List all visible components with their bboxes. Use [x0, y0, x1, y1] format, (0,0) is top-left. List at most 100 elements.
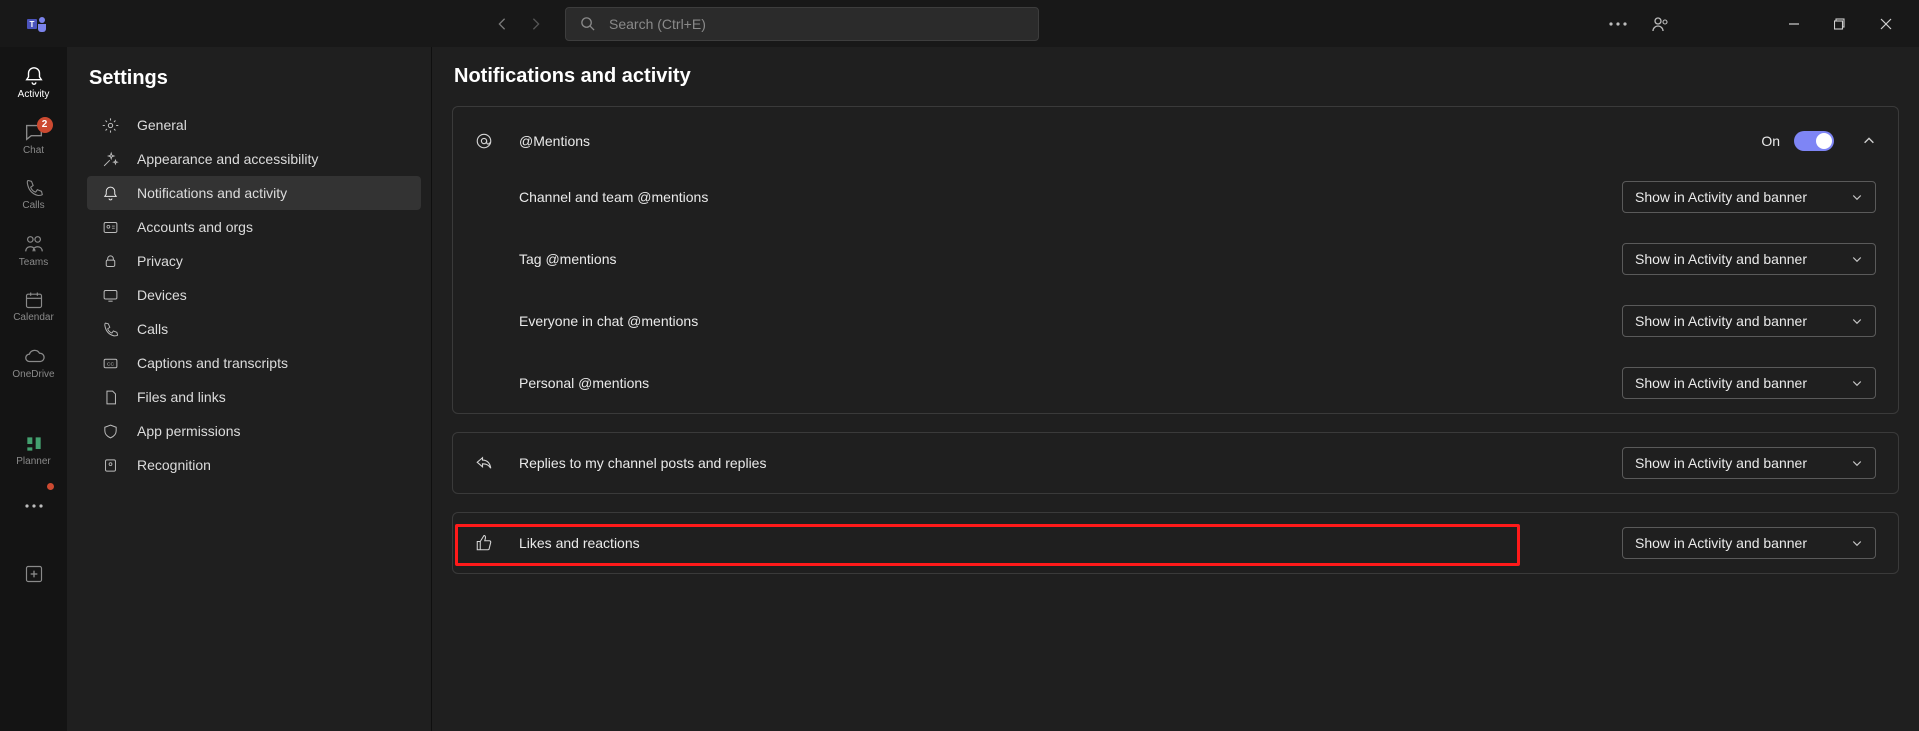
toggle-state-text: On: [1761, 133, 1780, 149]
settings-item-label: General: [137, 117, 187, 133]
lock-icon: [101, 253, 119, 270]
app-rail: Activity 2 Chat Calls Teams Calendar: [0, 47, 67, 731]
maximize-button[interactable]: [1817, 4, 1863, 44]
rail-planner[interactable]: Planner: [2, 423, 66, 477]
chevron-down-icon: [1851, 191, 1863, 203]
select-value: Show in Activity and banner: [1635, 251, 1807, 267]
mentions-label: @Mentions: [519, 133, 590, 149]
select-personal-mentions[interactable]: Show in Activity and banner: [1622, 367, 1876, 399]
chevron-down-icon: [1851, 377, 1863, 389]
rail-chat[interactable]: 2 Chat: [2, 111, 66, 165]
chevron-down-icon: [1851, 315, 1863, 327]
people-icon[interactable]: [1639, 4, 1681, 44]
mentions-toggle[interactable]: [1794, 131, 1834, 151]
monitor-icon: [101, 287, 119, 304]
row-personal-mentions: Personal @mentions Show in Activity and …: [519, 367, 1876, 399]
rail-calendar[interactable]: Calendar: [2, 279, 66, 333]
select-tag-mentions[interactable]: Show in Activity and banner: [1622, 243, 1876, 275]
phone-icon: [24, 178, 44, 198]
row-channel-team-mentions: Channel and team @mentions Show in Activ…: [519, 181, 1876, 213]
settings-item-label: Recognition: [137, 457, 211, 473]
select-replies[interactable]: Show in Activity and banner: [1622, 447, 1876, 479]
sparkle-icon: [101, 151, 119, 168]
row-everyone-mentions: Everyone in chat @mentions Show in Activ…: [519, 305, 1876, 337]
svg-text:T: T: [30, 20, 35, 29]
settings-item-devices[interactable]: Devices: [87, 278, 421, 312]
content-area: Notifications and activity @Mentions On: [432, 47, 1919, 731]
rail-activity[interactable]: Activity: [2, 55, 66, 109]
settings-item-accounts[interactable]: Accounts and orgs: [87, 210, 421, 244]
search-box[interactable]: [565, 7, 1039, 41]
row-label: Channel and team @mentions: [519, 189, 708, 205]
replies-card: Replies to my channel posts and replies …: [452, 432, 1899, 494]
at-icon: [475, 132, 519, 150]
select-channel-team-mentions[interactable]: Show in Activity and banner: [1622, 181, 1876, 213]
gear-icon: [101, 117, 119, 134]
bell-icon: [23, 65, 45, 87]
settings-item-calls[interactable]: Calls: [87, 312, 421, 346]
minimize-button[interactable]: [1771, 4, 1817, 44]
settings-item-captions[interactable]: CC Captions and transcripts: [87, 346, 421, 380]
settings-item-files[interactable]: Files and links: [87, 380, 421, 414]
settings-panel: Settings General Appearance and accessib…: [67, 47, 432, 731]
close-button[interactable]: [1863, 4, 1909, 44]
phone-icon: [101, 321, 119, 338]
file-icon: [101, 389, 119, 406]
badge-icon: [101, 457, 119, 474]
rail-activity-label: Activity: [18, 89, 50, 100]
settings-item-label: Captions and transcripts: [137, 355, 288, 371]
rail-onedrive[interactable]: OneDrive: [2, 335, 66, 389]
select-likes[interactable]: Show in Activity and banner: [1622, 527, 1876, 559]
rail-teams-label: Teams: [19, 257, 48, 268]
rail-teams[interactable]: Teams: [2, 223, 66, 277]
replies-label: Replies to my channel posts and replies: [519, 455, 766, 471]
rail-calls-label: Calls: [22, 200, 44, 211]
settings-item-recognition[interactable]: Recognition: [87, 448, 421, 482]
thumbs-up-icon: [475, 534, 519, 552]
chat-badge: 2: [37, 117, 53, 133]
select-value: Show in Activity and banner: [1635, 455, 1807, 471]
more-options-button[interactable]: [1597, 4, 1639, 44]
forward-button[interactable]: [519, 7, 553, 41]
select-value: Show in Activity and banner: [1635, 189, 1807, 205]
account-area[interactable]: [1681, 4, 1771, 44]
mentions-card: @Mentions On Channel and team @mentions …: [452, 106, 1899, 414]
chevron-up-icon[interactable]: [1862, 134, 1876, 148]
calendar-icon: [24, 290, 44, 310]
row-tag-mentions: Tag @mentions Show in Activity and banne…: [519, 243, 1876, 275]
teams-icon: [23, 233, 45, 255]
select-everyone-mentions[interactable]: Show in Activity and banner: [1622, 305, 1876, 337]
cloud-icon: [23, 345, 45, 367]
row-label: Everyone in chat @mentions: [519, 313, 698, 329]
search-input[interactable]: [609, 16, 1024, 32]
settings-item-label: Files and links: [137, 389, 226, 405]
more-icon: [25, 504, 43, 508]
back-button[interactable]: [485, 7, 519, 41]
settings-item-label: Notifications and activity: [137, 185, 287, 201]
settings-item-label: Appearance and accessibility: [137, 151, 318, 167]
settings-item-notifications[interactable]: Notifications and activity: [87, 176, 421, 210]
page-title: Notifications and activity: [452, 65, 1899, 88]
rail-calls[interactable]: Calls: [2, 167, 66, 221]
settings-item-appearance[interactable]: Appearance and accessibility: [87, 142, 421, 176]
select-value: Show in Activity and banner: [1635, 313, 1807, 329]
chat-icon: 2: [23, 121, 45, 143]
select-value: Show in Activity and banner: [1635, 375, 1807, 391]
chevron-down-icon: [1851, 253, 1863, 265]
rail-planner-label: Planner: [16, 456, 50, 467]
likes-label: Likes and reactions: [519, 535, 640, 551]
reply-icon: [475, 454, 519, 472]
settings-item-label: Privacy: [137, 253, 183, 269]
settings-item-label: Devices: [137, 287, 187, 303]
row-label: Personal @mentions: [519, 375, 649, 391]
settings-item-app-permissions[interactable]: App permissions: [87, 414, 421, 448]
settings-item-general[interactable]: General: [87, 108, 421, 142]
settings-item-privacy[interactable]: Privacy: [87, 244, 421, 278]
rail-calendar-label: Calendar: [13, 312, 54, 323]
planner-icon: [24, 434, 44, 454]
notification-dot-icon: [47, 483, 54, 490]
bell-icon: [101, 185, 119, 202]
rail-apps[interactable]: [2, 547, 66, 601]
rail-more[interactable]: [2, 479, 66, 533]
shield-icon: [101, 423, 119, 440]
